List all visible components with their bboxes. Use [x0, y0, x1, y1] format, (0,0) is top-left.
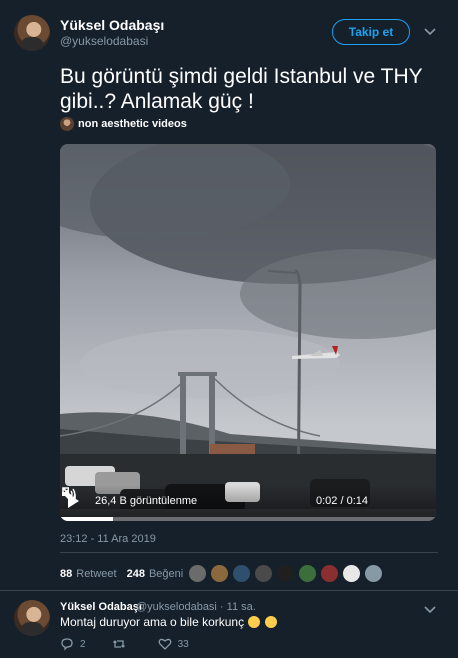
liker-avatar[interactable]: [232, 564, 251, 583]
reply-author-avatar[interactable]: [14, 600, 50, 636]
liker-avatar[interactable]: [210, 564, 229, 583]
video-controls: 26,4 B görüntülenme 0:02 / 0:14: [60, 485, 436, 517]
source-avatar: [60, 117, 74, 131]
like-button[interactable]: 33: [158, 637, 189, 651]
reply-like-count: 33: [177, 638, 189, 650]
reply-button[interactable]: 2: [60, 637, 86, 651]
liker-avatar[interactable]: [342, 564, 361, 583]
reply-count: 2: [80, 638, 86, 650]
author-name[interactable]: Yüksel Odabaşı: [60, 17, 164, 33]
reply-author-name[interactable]: Yüksel Odabaşı: [60, 601, 142, 613]
video-view-count: 26,4 B görüntülenme: [95, 495, 198, 507]
tweet-stats: 88 Retweet 248 Beğeni: [60, 563, 189, 585]
retweet-label[interactable]: Retweet: [76, 568, 116, 580]
video-progress-bar[interactable]: [60, 517, 436, 521]
like-count[interactable]: 248: [127, 568, 145, 580]
reply-icon: [61, 638, 73, 651]
liker-avatar[interactable]: [254, 564, 273, 583]
tweet-text: Bu görüntü şimdi geldi Istanbul ve THY g…: [60, 64, 440, 114]
chevron-down-icon[interactable]: [424, 604, 436, 618]
heart-icon: [158, 638, 171, 650]
video-player[interactable]: 26,4 B görüntülenme 0:02 / 0:14: [60, 144, 436, 521]
retweet-count[interactable]: 88: [60, 568, 72, 580]
author-handle[interactable]: @yukselodabasi: [60, 34, 148, 48]
like-label[interactable]: Beğeni: [149, 568, 183, 580]
main-tweet: Yüksel Odabaşı @yukselodabasi Takip et B…: [0, 0, 458, 590]
liker-avatar[interactable]: [364, 564, 383, 583]
video-frame: [60, 144, 436, 521]
follow-button[interactable]: Takip et: [332, 19, 410, 45]
video-source[interactable]: non aesthetic videos: [60, 117, 187, 131]
reply-text: Montaj duruyor ama o bile korkunç: [60, 615, 277, 629]
retweet-icon: [112, 640, 125, 648]
volume-icon[interactable]: [62, 488, 404, 510]
liker-avatars: [188, 564, 383, 583]
liker-avatar[interactable]: [298, 564, 317, 583]
liker-avatar[interactable]: [188, 564, 207, 583]
author-avatar[interactable]: [14, 15, 50, 51]
chevron-down-icon[interactable]: [424, 26, 436, 40]
reply-actions: 2 33: [60, 637, 215, 651]
reply-text-body: Montaj duruyor ama o bile korkunç: [60, 615, 245, 629]
thinking-emoji-icon: [264, 616, 277, 628]
retweet-button[interactable]: [112, 637, 132, 651]
tweet-timestamp[interactable]: 23:12 - 11 Ara 2019: [60, 533, 156, 545]
thinking-emoji-icon: [248, 616, 261, 628]
video-progress-fill: [60, 517, 113, 521]
tweet-text-line-2: gibi..? Anlamak güç !: [60, 90, 254, 113]
fullscreen-icon[interactable]: [62, 487, 428, 510]
liker-avatar[interactable]: [276, 564, 295, 583]
tweet-text-line-1: Bu görüntü şimdi geldi Istanbul ve THY: [60, 65, 423, 88]
video-time: 0:02 / 0:14: [316, 495, 368, 507]
divider: [60, 552, 438, 553]
liker-avatar[interactable]: [320, 564, 339, 583]
source-label[interactable]: non aesthetic videos: [78, 118, 187, 130]
reply-author-handle[interactable]: @yukselodabasi · 11 sa.: [136, 601, 256, 613]
